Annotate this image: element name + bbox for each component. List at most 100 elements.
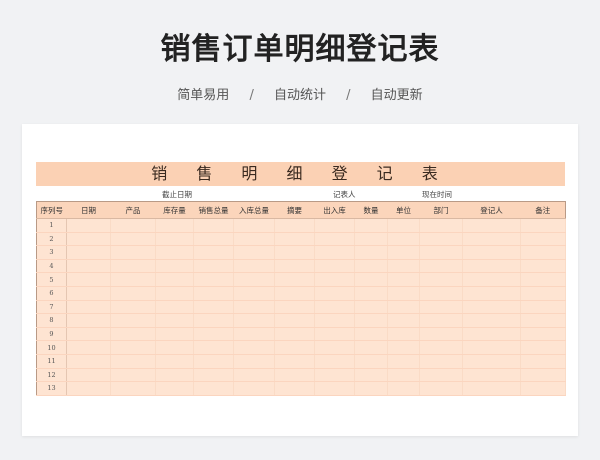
table-cell[interactable]: [193, 259, 234, 274]
row-number-cell[interactable]: 8: [36, 313, 67, 328]
table-cell[interactable]: [233, 381, 275, 396]
table-cell[interactable]: [155, 259, 194, 274]
table-cell[interactable]: [193, 381, 234, 396]
table-cell[interactable]: [274, 218, 315, 233]
table-cell[interactable]: [419, 245, 463, 260]
table-cell[interactable]: [419, 300, 463, 315]
table-cell[interactable]: [274, 232, 315, 247]
table-cell[interactable]: [419, 381, 463, 396]
table-cell[interactable]: [387, 354, 420, 369]
table-cell[interactable]: [193, 313, 234, 328]
table-cell[interactable]: [110, 327, 156, 342]
table-cell[interactable]: [110, 300, 156, 315]
table-cell[interactable]: [66, 313, 111, 328]
table-cell[interactable]: [354, 340, 388, 355]
table-cell[interactable]: [193, 368, 234, 383]
table-cell[interactable]: [354, 354, 388, 369]
table-cell[interactable]: [233, 368, 275, 383]
row-number-cell[interactable]: 1: [36, 218, 67, 233]
table-cell[interactable]: [314, 327, 355, 342]
table-cell[interactable]: [314, 232, 355, 247]
table-cell[interactable]: [110, 368, 156, 383]
table-cell[interactable]: [155, 327, 194, 342]
table-cell[interactable]: [419, 286, 463, 301]
table-cell[interactable]: [462, 245, 521, 260]
table-cell[interactable]: [110, 272, 156, 287]
table-cell[interactable]: [155, 368, 194, 383]
table-cell[interactable]: [354, 381, 388, 396]
table-cell[interactable]: [387, 300, 420, 315]
table-cell[interactable]: [520, 354, 566, 369]
row-number-cell[interactable]: 12: [36, 368, 67, 383]
table-cell[interactable]: [233, 286, 275, 301]
table-cell[interactable]: [233, 259, 275, 274]
table-cell[interactable]: [462, 286, 521, 301]
table-cell[interactable]: [462, 218, 521, 233]
table-cell[interactable]: [66, 286, 111, 301]
row-number-cell[interactable]: 3: [36, 245, 67, 260]
table-cell[interactable]: [419, 259, 463, 274]
table-cell[interactable]: [419, 218, 463, 233]
row-number-cell[interactable]: 4: [36, 259, 67, 274]
table-cell[interactable]: [193, 340, 234, 355]
table-cell[interactable]: [155, 313, 194, 328]
table-cell[interactable]: [110, 245, 156, 260]
row-number-cell[interactable]: 10: [36, 340, 67, 355]
table-cell[interactable]: [314, 218, 355, 233]
table-cell[interactable]: [110, 218, 156, 233]
table-cell[interactable]: [110, 259, 156, 274]
table-cell[interactable]: [462, 340, 521, 355]
table-cell[interactable]: [110, 340, 156, 355]
table-cell[interactable]: [462, 381, 521, 396]
table-cell[interactable]: [66, 300, 111, 315]
table-cell[interactable]: [233, 327, 275, 342]
table-cell[interactable]: [110, 286, 156, 301]
table-cell[interactable]: [520, 381, 566, 396]
table-cell[interactable]: [66, 340, 111, 355]
table-cell[interactable]: [419, 272, 463, 287]
table-cell[interactable]: [462, 300, 521, 315]
table-cell[interactable]: [274, 300, 315, 315]
table-cell[interactable]: [387, 381, 420, 396]
table-cell[interactable]: [354, 313, 388, 328]
table-cell[interactable]: [193, 245, 234, 260]
table-cell[interactable]: [314, 313, 355, 328]
table-cell[interactable]: [387, 272, 420, 287]
table-cell[interactable]: [274, 286, 315, 301]
table-cell[interactable]: [66, 245, 111, 260]
table-cell[interactable]: [274, 272, 315, 287]
table-cell[interactable]: [155, 340, 194, 355]
row-number-cell[interactable]: 6: [36, 286, 67, 301]
table-cell[interactable]: [354, 368, 388, 383]
table-cell[interactable]: [354, 245, 388, 260]
row-number-cell[interactable]: 9: [36, 327, 67, 342]
table-cell[interactable]: [155, 245, 194, 260]
table-cell[interactable]: [66, 354, 111, 369]
table-cell[interactable]: [462, 232, 521, 247]
table-cell[interactable]: [66, 232, 111, 247]
table-cell[interactable]: [387, 286, 420, 301]
table-cell[interactable]: [314, 300, 355, 315]
table-cell[interactable]: [233, 313, 275, 328]
table-cell[interactable]: [387, 232, 420, 247]
row-number-cell[interactable]: 11: [36, 354, 67, 369]
table-cell[interactable]: [387, 340, 420, 355]
table-cell[interactable]: [419, 340, 463, 355]
table-cell[interactable]: [354, 259, 388, 274]
table-cell[interactable]: [274, 245, 315, 260]
table-cell[interactable]: [387, 368, 420, 383]
table-cell[interactable]: [274, 313, 315, 328]
table-cell[interactable]: [193, 327, 234, 342]
table-cell[interactable]: [354, 327, 388, 342]
table-cell[interactable]: [354, 286, 388, 301]
table-cell[interactable]: [155, 286, 194, 301]
table-cell[interactable]: [520, 300, 566, 315]
table-cell[interactable]: [233, 272, 275, 287]
table-cell[interactable]: [233, 218, 275, 233]
table-cell[interactable]: [66, 272, 111, 287]
table-cell[interactable]: [462, 327, 521, 342]
table-cell[interactable]: [193, 300, 234, 315]
table-cell[interactable]: [520, 259, 566, 274]
table-cell[interactable]: [66, 218, 111, 233]
table-cell[interactable]: [419, 232, 463, 247]
